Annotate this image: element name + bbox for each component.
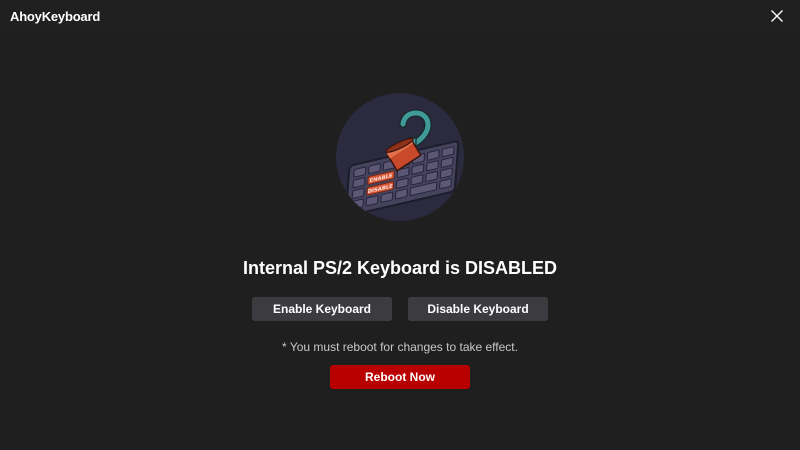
close-icon: [771, 10, 783, 22]
main-content: ENABLE DISABLE Internal PS/2 Keyboard is…: [0, 32, 800, 450]
close-button[interactable]: [754, 0, 800, 32]
app-title: AhoyKeyboard: [10, 9, 101, 24]
title-bar: AhoyKeyboard: [0, 0, 800, 32]
reboot-note: * You must reboot for changes to take ef…: [282, 340, 518, 354]
app-window: AhoyKeyboard ENABLE DISABLE Internal PS/…: [0, 0, 800, 450]
disable-keyboard-button[interactable]: Disable Keyboard: [408, 297, 548, 321]
keyboard-status-text: Internal PS/2 Keyboard is DISABLED: [242, 258, 558, 278]
pirate-hook-keyboard-logo: ENABLE DISABLE: [336, 93, 464, 221]
reboot-now-button[interactable]: Reboot Now: [330, 365, 470, 389]
enable-keyboard-button[interactable]: Enable Keyboard: [252, 297, 392, 321]
